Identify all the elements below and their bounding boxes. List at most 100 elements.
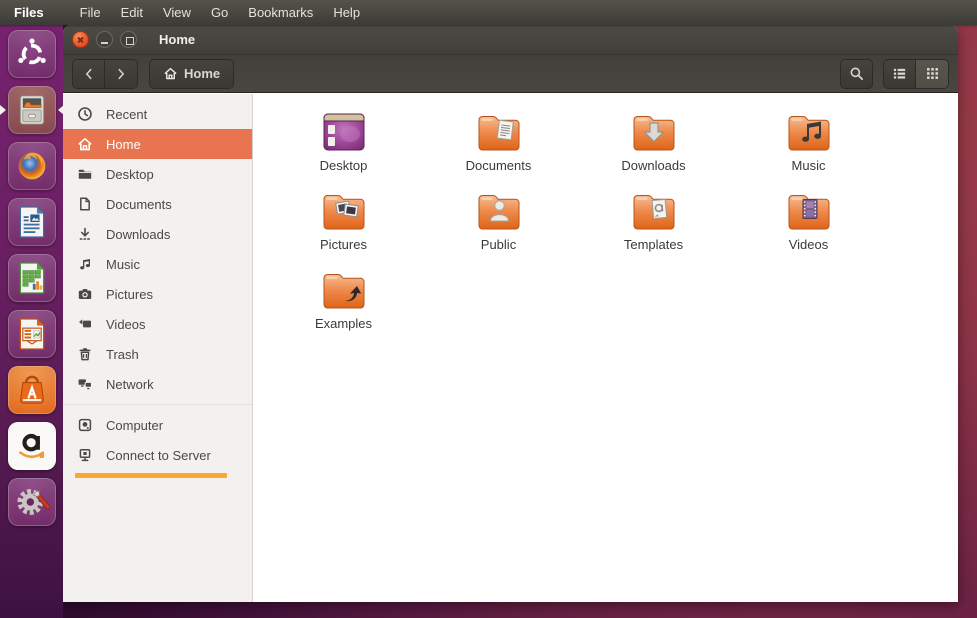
libreoffice-writer-icon[interactable] [8, 198, 56, 246]
libreoffice-impress-icon[interactable] [8, 310, 56, 358]
file-item-public[interactable]: Public [421, 187, 576, 266]
sidebar-item-label: Downloads [106, 227, 170, 242]
sidebar-item-label: Connect to Server [106, 448, 211, 463]
folder-pictures-icon [320, 187, 368, 235]
search-button[interactable] [840, 59, 873, 89]
icon-grid: Desktop Documents [266, 108, 890, 345]
firefox-logo [12, 146, 52, 186]
file-item-pictures[interactable]: Pictures [266, 187, 421, 266]
sidebar-item-videos[interactable]: Videos [63, 309, 252, 339]
sidebar-item-documents[interactable]: Documents [63, 189, 252, 219]
sidebar-separator [63, 404, 252, 405]
file-item-documents[interactable]: Documents [421, 108, 576, 187]
file-item-label: Templates [624, 237, 683, 252]
list-view-icon [892, 66, 907, 81]
ubuntu-logo [12, 34, 52, 74]
files-icon[interactable] [8, 86, 56, 134]
sidebar-item-network[interactable]: Network [63, 369, 252, 399]
window-titlebar[interactable]: Home [63, 25, 958, 55]
sidebar-item-connect-to-server[interactable]: Connect to Server [63, 440, 252, 470]
download-icon [77, 226, 93, 242]
software-center-icon[interactable] [8, 366, 56, 414]
sidebar-item-label: Recent [106, 107, 147, 122]
file-manager-window: Home Home [63, 25, 958, 602]
libreoffice-calc-icon[interactable] [8, 254, 56, 302]
menu-bookmarks[interactable]: Bookmarks [238, 0, 323, 25]
window-title: Home [159, 32, 195, 47]
sidebar-item-label: Pictures [106, 287, 153, 302]
grid-view-button[interactable] [916, 59, 949, 89]
sidebar-item-label: Documents [106, 197, 172, 212]
sidebar-item-computer[interactable]: Computer [63, 410, 252, 440]
sidebar-item-home[interactable]: Home [63, 129, 252, 159]
sidebar-item-label: Videos [106, 317, 146, 332]
sidebar-item-trash[interactable]: Trash [63, 339, 252, 369]
list-view-button[interactable] [883, 59, 916, 89]
search-icon [849, 66, 864, 81]
back-icon [82, 67, 96, 81]
file-item-label: Downloads [621, 158, 685, 173]
file-item-label: Desktop [320, 158, 368, 173]
home-icon [163, 66, 178, 81]
back-button[interactable] [72, 59, 105, 89]
music-note-icon [77, 256, 93, 272]
grid-view-icon [925, 66, 940, 81]
menu-view[interactable]: View [153, 0, 201, 25]
shopping-bag [12, 370, 52, 410]
file-item-music[interactable]: Music [731, 108, 886, 187]
ubuntu-dash-icon[interactable] [8, 30, 56, 78]
amazon-icon[interactable] [8, 422, 56, 470]
file-item-examples[interactable]: Examples [266, 266, 421, 345]
menu-edit[interactable]: Edit [111, 0, 153, 25]
home-icon [77, 136, 93, 152]
video-camera-icon [77, 316, 93, 332]
minimize-icon[interactable] [96, 31, 113, 48]
toolbar: Home [63, 55, 958, 93]
forward-icon [114, 67, 128, 81]
desktop-icon [320, 108, 368, 156]
folder-templates-icon [630, 187, 678, 235]
sidebar-item-label: Home [106, 137, 141, 152]
folder-documents-icon [475, 108, 523, 156]
running-indicator-arrow [0, 105, 6, 115]
history-nav-group [72, 59, 138, 89]
app-name: Files [14, 5, 44, 20]
system-settings-icon[interactable] [8, 478, 56, 526]
file-item-downloads[interactable]: Downloads [576, 108, 731, 187]
sidebar-item-label: Computer [106, 418, 163, 433]
sidebar-item-recent[interactable]: Recent [63, 99, 252, 129]
harddisk-icon [77, 417, 93, 433]
sidebar-item-label: Trash [106, 347, 139, 362]
file-item-videos[interactable]: Videos [731, 187, 886, 266]
sidebar-item-desktop[interactable]: Desktop [63, 159, 252, 189]
sidebar-item-music[interactable]: Music [63, 249, 252, 279]
file-item-label: Music [792, 158, 826, 173]
orange-underline-bar [75, 473, 227, 478]
writer-document [12, 202, 52, 242]
view-toggle-group [883, 59, 949, 89]
breadcrumb-label: Home [184, 66, 220, 81]
network-icon [77, 376, 93, 392]
menu-go[interactable]: Go [201, 0, 238, 25]
impress-presentation [12, 314, 52, 354]
folder-videos-icon [785, 187, 833, 235]
folder-view: Desktop Documents [253, 94, 958, 602]
file-item-label: Documents [466, 158, 532, 173]
sidebar-item-pictures[interactable]: Pictures [63, 279, 252, 309]
sidebar-item-label: Network [106, 377, 154, 392]
menu-help[interactable]: Help [323, 0, 370, 25]
file-item-templates[interactable]: Templates [576, 187, 731, 266]
maximize-icon[interactable] [120, 31, 137, 48]
file-item-desktop[interactable]: Desktop [266, 108, 421, 187]
menu-file[interactable]: File [70, 0, 111, 25]
server-monitor-icon [77, 447, 93, 463]
global-menu-bar: Files File Edit View Go Bookmarks Help [0, 0, 977, 25]
breadcrumb-home-button[interactable]: Home [149, 59, 234, 89]
close-icon[interactable] [72, 31, 89, 48]
folder-downloads-icon [630, 108, 678, 156]
firefox-icon[interactable] [8, 142, 56, 190]
forward-button[interactable] [105, 59, 138, 89]
file-item-label: Public [481, 237, 516, 252]
focused-indicator-arrow [58, 105, 64, 115]
sidebar-item-downloads[interactable]: Downloads [63, 219, 252, 249]
